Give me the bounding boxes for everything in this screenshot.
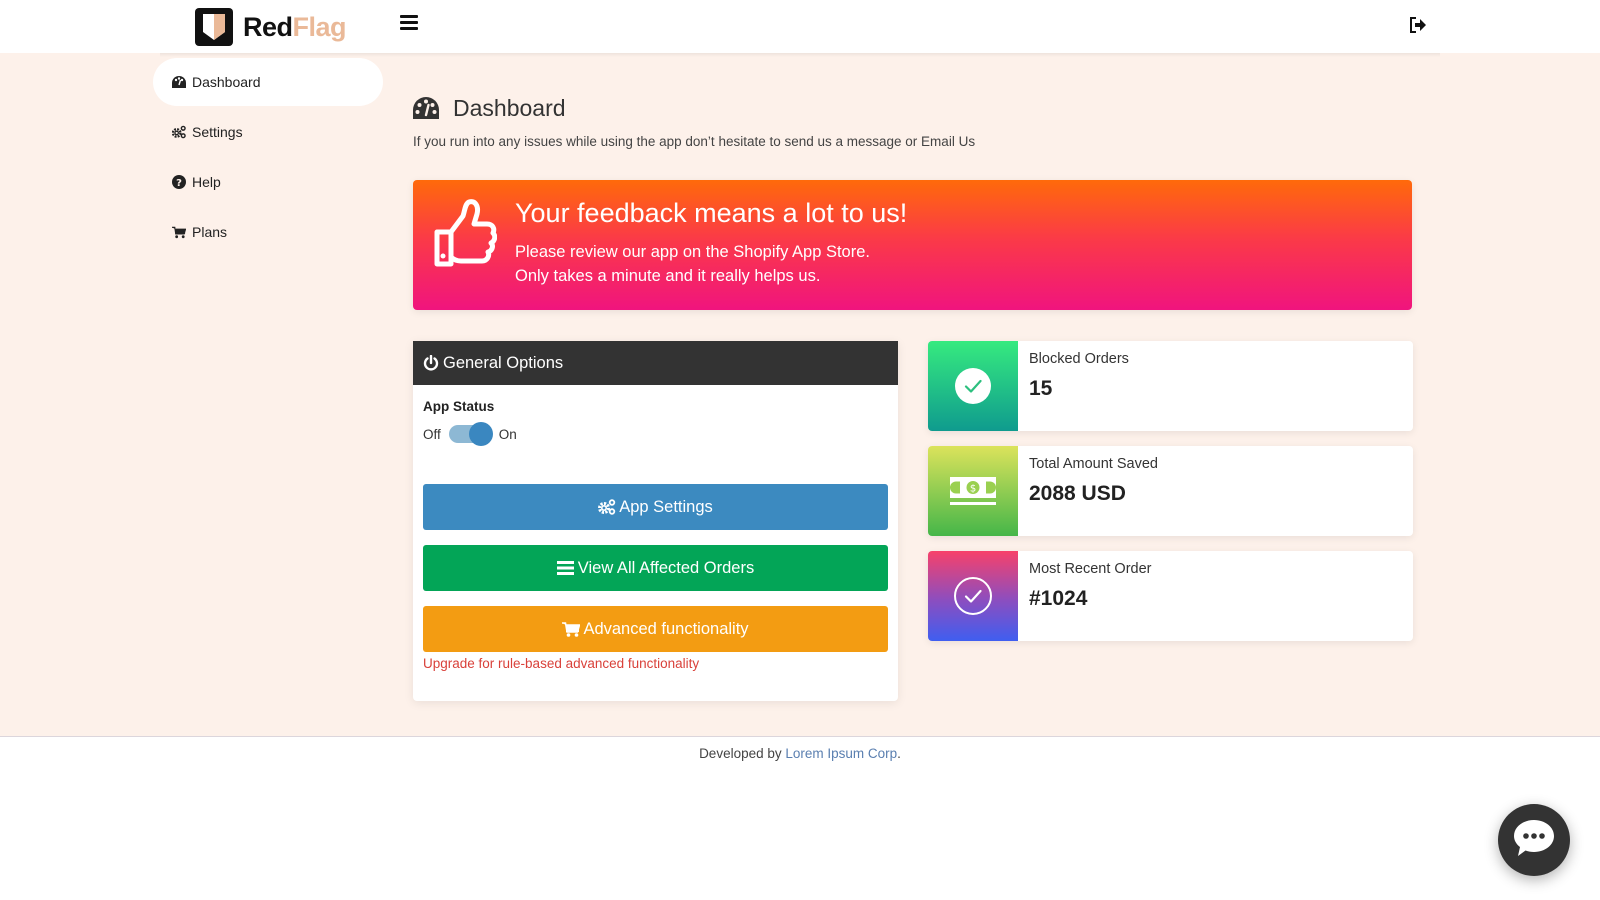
page-title-text: Dashboard	[453, 95, 566, 121]
power-off-icon	[423, 354, 439, 371]
logo-text: RedFlag	[243, 8, 347, 46]
stat-value: 2088 USD	[1029, 482, 1126, 505]
cogs-icon	[598, 499, 616, 515]
question-circle-icon: ?	[172, 175, 186, 189]
sidebar-item-dashboard[interactable]: Dashboard	[153, 58, 383, 106]
advanced-functionality-label: Advanced functionality	[583, 619, 749, 638]
shield-logo-icon	[195, 8, 233, 46]
top-header: RedFlag	[0, 0, 1600, 57]
upgrade-note: Upgrade for rule-based advanced function…	[423, 656, 700, 671]
sidebar: Dashboard Settings ? Help Plans	[153, 58, 383, 258]
feedback-banner[interactable]: Your feedback means a lot to us! Please …	[413, 180, 1412, 310]
toggle-off-label: Off	[423, 426, 441, 442]
general-options-card: General Options App Status Off On App Se…	[413, 341, 898, 701]
app-status-label: App Status	[423, 399, 495, 414]
check-circle-outline-icon	[928, 551, 1018, 641]
tachometer-icon	[172, 75, 186, 89]
toggle-on-label: On	[498, 426, 517, 442]
stat-value: 15	[1029, 377, 1053, 400]
general-options-header: General Options	[413, 341, 898, 385]
view-affected-orders-button[interactable]: View All Affected Orders	[423, 545, 888, 591]
stat-label: Blocked Orders	[1029, 351, 1129, 367]
stat-value: #1024	[1029, 587, 1088, 610]
banner-line-1: Please review our app on the Shopify App…	[515, 243, 870, 261]
sidebar-item-label: Settings	[192, 124, 243, 140]
sidebar-item-plans[interactable]: Plans	[153, 208, 383, 256]
logo-text-flag: Flag	[292, 12, 347, 42]
banner-line-2: Only takes a minute and it really helps …	[515, 267, 821, 285]
thumbs-up-icon	[431, 198, 498, 268]
stat-card-blocked-orders: Blocked Orders 15	[928, 341, 1413, 431]
stat-label: Most Recent Order	[1029, 561, 1152, 577]
money-bill-icon: $	[928, 446, 1018, 536]
hamburger-icon[interactable]	[400, 15, 418, 33]
chat-widget-button[interactable]	[1498, 804, 1570, 876]
footer-prefix: Developed by	[699, 746, 786, 761]
stat-card-most-recent-order: Most Recent Order #1024	[928, 551, 1413, 641]
svg-text:$: $	[970, 484, 976, 495]
app-settings-label: App Settings	[619, 497, 713, 516]
app-logo[interactable]: RedFlag	[195, 8, 347, 46]
stat-card-total-saved: $ Total Amount Saved 2088 USD	[928, 446, 1413, 536]
chat-bubble-icon	[1512, 818, 1556, 863]
logo-text-red: Red	[243, 12, 293, 42]
sign-out-icon[interactable]	[1408, 15, 1428, 35]
sidebar-item-label: Plans	[192, 224, 228, 240]
view-affected-orders-label: View All Affected Orders	[577, 558, 755, 577]
sidebar-item-help[interactable]: ? Help	[153, 158, 383, 206]
footer-company-link[interactable]: Lorem Ipsum Corp	[785, 746, 897, 761]
shopping-cart-icon	[172, 225, 186, 239]
tachometer-icon	[413, 96, 439, 121]
shopping-cart-icon	[562, 621, 581, 637]
app-settings-button[interactable]: App Settings	[423, 484, 888, 530]
general-options-title: General Options	[443, 353, 564, 372]
sidebar-item-label: Help	[192, 174, 221, 190]
stat-label: Total Amount Saved	[1029, 456, 1158, 472]
svg-text:?: ?	[176, 178, 182, 189]
list-icon	[556, 560, 575, 576]
app-status-toggle[interactable]	[448, 422, 493, 446]
page-subtitle: If you run into any issues while using t…	[413, 134, 976, 149]
footer: Developed by Lorem Ipsum Corp.	[0, 736, 1600, 900]
toggle-knob	[468, 422, 493, 446]
advanced-functionality-button[interactable]: Advanced functionality	[423, 606, 888, 652]
footer-text: Developed by Lorem Ipsum Corp.	[0, 746, 1600, 761]
app-status-toggle-row: Off On	[423, 422, 517, 446]
sidebar-item-settings[interactable]: Settings	[153, 108, 383, 156]
sidebar-item-label: Dashboard	[192, 74, 261, 90]
page-title: Dashboard	[413, 95, 566, 122]
cogs-icon	[172, 125, 186, 139]
check-circle-icon	[928, 341, 1018, 431]
banner-title: Your feedback means a lot to us!	[515, 198, 908, 228]
footer-suffix: .	[897, 746, 901, 761]
